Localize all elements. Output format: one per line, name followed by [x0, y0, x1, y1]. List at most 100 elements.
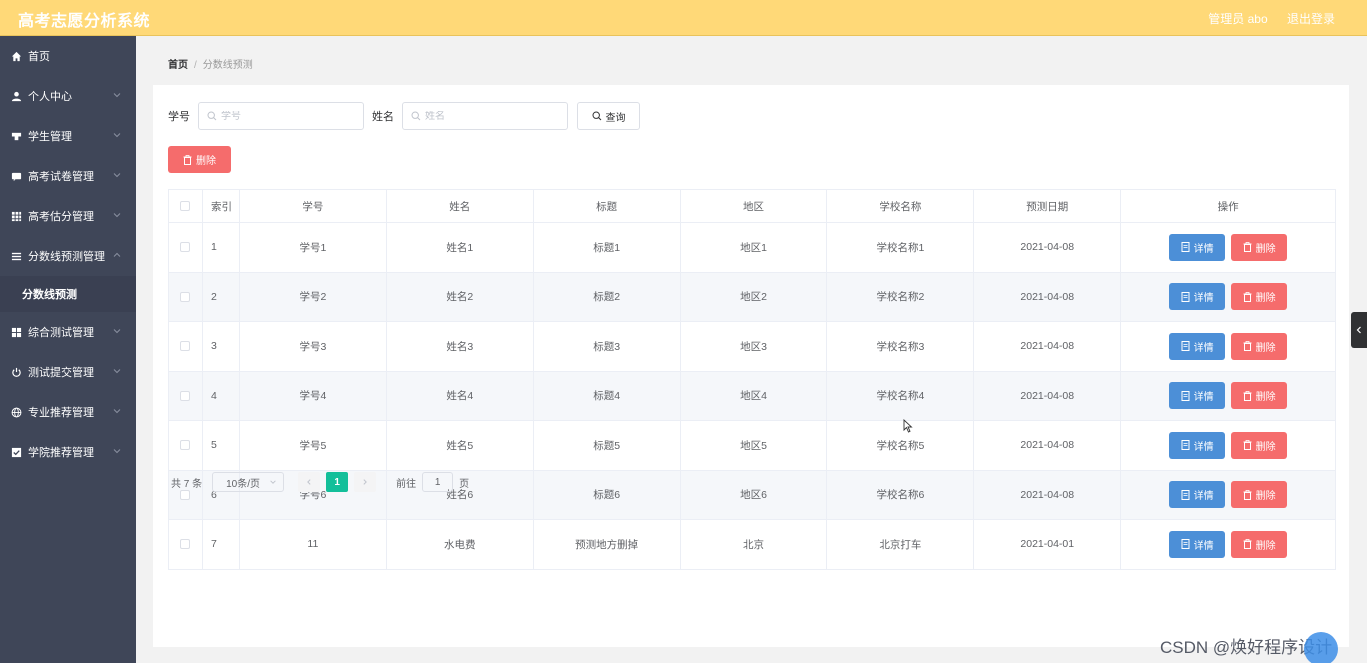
check-square-icon	[10, 446, 22, 458]
cell-student-id: 学号3	[240, 322, 387, 371]
cell-name: 水电费	[387, 520, 534, 569]
chevron-down-icon	[113, 329, 121, 334]
row-select-cell	[169, 371, 203, 420]
cell-actions: 详情 删除	[1121, 421, 1335, 470]
chat-icon	[10, 170, 22, 182]
delete-button[interactable]: 删除	[1231, 481, 1288, 509]
cell-title: 标题4	[534, 371, 681, 420]
header-region: 地区	[681, 190, 828, 222]
cell-date: 2021-04-01	[974, 520, 1122, 569]
user-icon	[10, 90, 22, 102]
detail-button[interactable]: 详情	[1169, 431, 1226, 459]
cell-region: 地区1	[681, 223, 828, 272]
student-id-input[interactable]	[221, 110, 351, 122]
main-content: 首页/分数线预测 学号 姓名 查询 删除 索	[136, 36, 1367, 663]
row-select-cell	[169, 421, 203, 470]
sidebar-item-label: 学院推荐管理	[28, 447, 94, 459]
sidebar-item-home[interactable]: 首页	[0, 36, 136, 76]
admin-label: 管理员 abo	[1208, 12, 1268, 26]
detail-button[interactable]: 详情	[1169, 332, 1226, 360]
goto-prefix: 前往	[396, 478, 417, 490]
sidebar-item-major-recommend[interactable]: 专业推荐管理	[0, 392, 136, 432]
detail-button[interactable]: 详情	[1169, 233, 1226, 261]
delete-button[interactable]: 删除	[1231, 431, 1288, 459]
row-checkbox[interactable]	[180, 291, 191, 302]
trash-icon	[1243, 242, 1252, 253]
sidebar-item-college-recommend[interactable]: 学院推荐管理	[0, 432, 136, 472]
cell-index: 7	[203, 520, 240, 569]
row-checkbox[interactable]	[180, 242, 191, 253]
header-actions: 操作	[1217, 200, 1239, 213]
cell-actions: 详情 删除	[1121, 322, 1335, 371]
cell-actions: 详情 删除	[1121, 520, 1335, 569]
breadcrumb-home[interactable]: 首页	[168, 60, 188, 71]
detail-button[interactable]: 详情	[1169, 283, 1226, 311]
chevron-left-icon	[307, 479, 311, 485]
sidebar-item-exam-papers[interactable]: 高考试卷管理	[0, 156, 136, 196]
sidebar-item-label: 专业推荐管理	[28, 407, 94, 419]
query-button[interactable]: 查询	[577, 102, 640, 130]
detail-button[interactable]: 详情	[1169, 530, 1226, 558]
delete-button-label: 删除	[1255, 441, 1276, 453]
cell-title: 标题5	[534, 421, 681, 470]
floating-action-button[interactable]	[1304, 632, 1338, 663]
cell-date: 2021-04-08	[974, 272, 1122, 321]
name-input[interactable]	[425, 110, 555, 122]
trash-icon	[1243, 489, 1252, 500]
select-all-cell	[169, 190, 203, 222]
cell-student-id: 学号5	[240, 421, 387, 470]
chevron-down-icon	[113, 449, 121, 454]
delete-button[interactable]: 删除	[1231, 283, 1288, 311]
sidebar-item-score-estimate[interactable]: 高考估分管理	[0, 196, 136, 236]
chevron-up-icon	[113, 252, 121, 257]
bulk-delete-button[interactable]: 删除	[168, 146, 231, 173]
top-header: 高考志愿分析系统 管理员 abo 退出登录	[0, 0, 1367, 36]
detail-button[interactable]: 详情	[1169, 382, 1226, 410]
sidebar-subitem-score-prediction[interactable]: 分数线预测	[0, 276, 136, 312]
sidebar-item-label: 学生管理	[28, 131, 72, 143]
delete-button[interactable]: 删除	[1231, 332, 1288, 360]
cell-date: 2021-04-08	[974, 322, 1122, 371]
header-name: 姓名	[387, 190, 534, 222]
cell-name: 姓名5	[387, 421, 534, 470]
delete-button-label: 删除	[1255, 293, 1276, 305]
cell-name: 姓名2	[387, 272, 534, 321]
row-select-cell	[169, 520, 203, 569]
side-panel-toggle[interactable]	[1351, 312, 1367, 348]
header-title: 标题	[534, 190, 681, 222]
trash-icon	[183, 154, 192, 165]
delete-button[interactable]: 删除	[1231, 382, 1288, 410]
sidebar-item-students[interactable]: 学生管理	[0, 116, 136, 156]
table-row: 1 学号1 姓名1 标题1 地区1 学校名称1 2021-04-08 详情 删除	[169, 222, 1335, 272]
delete-button[interactable]: 删除	[1231, 233, 1288, 261]
sidebar-item-test-submission[interactable]: 测试提交管理	[0, 352, 136, 392]
page-size-select[interactable]: 10条/页	[212, 472, 285, 492]
sidebar-item-profile[interactable]: 个人中心	[0, 76, 136, 116]
table-body: 1 学号1 姓名1 标题1 地区1 学校名称1 2021-04-08 详情 删除 2 学号2 姓名2 标…	[169, 222, 1335, 569]
student-id-field[interactable]	[198, 102, 364, 130]
page-number-current[interactable]: 1	[326, 472, 349, 492]
row-checkbox[interactable]	[180, 440, 191, 451]
student-id-label: 学号	[168, 111, 190, 123]
row-select-cell	[169, 223, 203, 272]
row-checkbox[interactable]	[180, 390, 191, 401]
name-field[interactable]	[402, 102, 568, 130]
prev-page-button[interactable]	[298, 472, 321, 492]
sidebar-item-comprehensive-test[interactable]: 综合测试管理	[0, 312, 136, 352]
detail-button[interactable]: 详情	[1169, 481, 1226, 509]
row-checkbox[interactable]	[180, 539, 191, 550]
delete-button[interactable]: 删除	[1231, 530, 1288, 558]
trash-icon	[1243, 539, 1252, 550]
select-all-checkbox[interactable]	[180, 201, 191, 211]
row-checkbox[interactable]	[180, 341, 191, 352]
sidebar-item-score-prediction[interactable]: 分数线预测管理	[0, 236, 136, 276]
next-page-button[interactable]	[354, 472, 377, 492]
cell-student-id: 学号1	[240, 223, 387, 272]
cell-actions: 详情 删除	[1121, 223, 1335, 272]
detail-button-label: 详情	[1193, 243, 1214, 255]
cell-region: 地区4	[681, 371, 828, 420]
sidebar: 首页 个人中心 学生管理 高考试卷管理 高考估分管理 分数线预测管理 分数线预测…	[0, 36, 136, 663]
trash-icon	[1243, 341, 1252, 352]
goto-page-input[interactable]: 1	[422, 472, 454, 492]
logout-link[interactable]: 退出登录	[1287, 12, 1335, 26]
